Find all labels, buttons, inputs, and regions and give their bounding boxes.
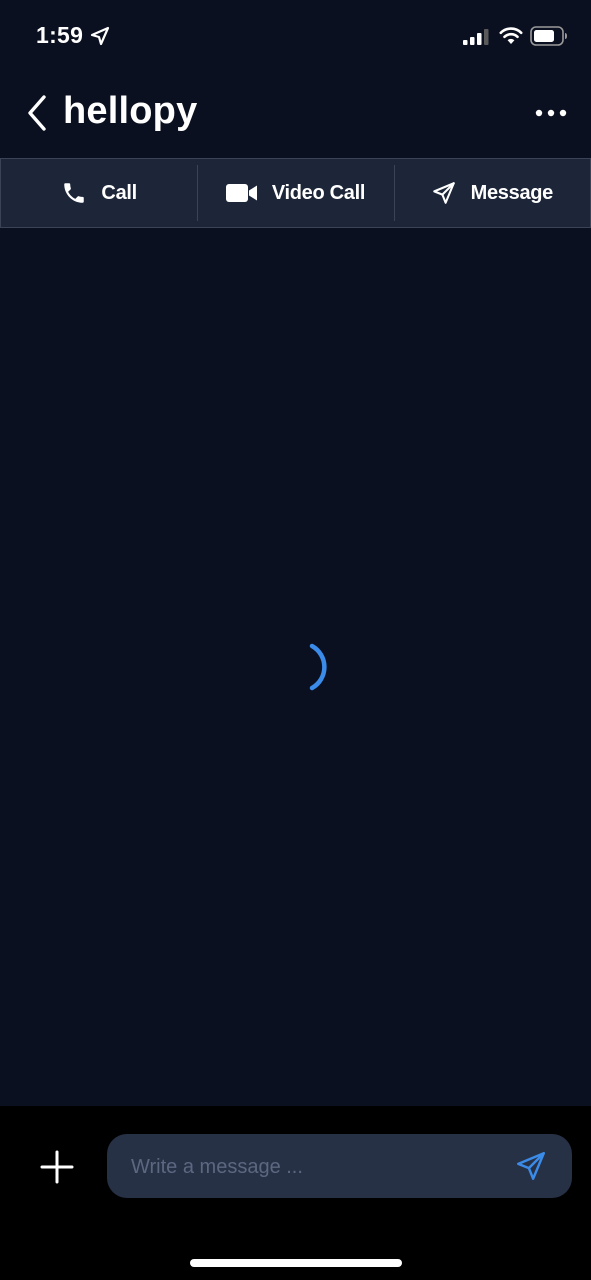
paper-plane-icon <box>431 180 457 206</box>
conversation-area <box>0 228 591 1106</box>
location-arrow-icon <box>90 26 110 46</box>
message-button[interactable]: Message <box>393 159 590 227</box>
chevron-left-icon[interactable] <box>24 94 52 132</box>
send-icon[interactable] <box>514 1149 548 1183</box>
loading-spinner-icon <box>300 642 334 694</box>
contact-action-bar: Call Video Call Message <box>0 158 591 228</box>
message-label: Message <box>470 181 554 204</box>
page-title: hellopy <box>63 90 198 132</box>
home-indicator <box>190 1259 402 1267</box>
ellipsis-icon[interactable] <box>533 102 569 124</box>
video-call-label: Video Call <box>271 181 366 204</box>
call-button[interactable]: Call <box>1 159 197 227</box>
phone-icon <box>61 180 87 206</box>
video-camera-icon <box>225 183 258 203</box>
battery-icon <box>530 26 568 46</box>
message-input-container <box>107 1134 572 1200</box>
message-input[interactable] <box>129 1134 503 1200</box>
message-composer <box>0 1106 591 1280</box>
wifi-icon <box>499 26 523 45</box>
video-call-button[interactable]: Video Call <box>197 159 393 227</box>
plus-icon[interactable] <box>38 1148 76 1186</box>
call-label: Call <box>101 181 137 204</box>
status-time: 1:59 <box>36 22 84 48</box>
cellular-signal-icon <box>463 29 489 45</box>
status-bar: 1:59 <box>0 0 591 70</box>
header: hellopy <box>0 70 591 158</box>
